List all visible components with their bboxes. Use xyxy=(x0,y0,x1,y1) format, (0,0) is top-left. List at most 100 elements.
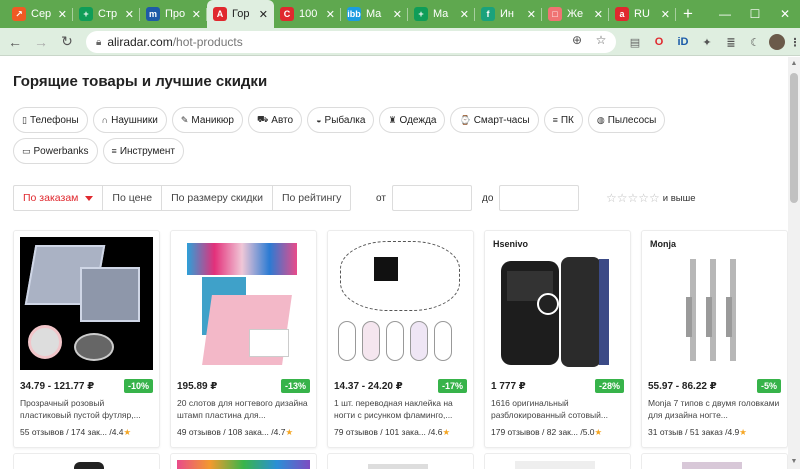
address-path: /hot-products xyxy=(172,35,243,49)
product-image[interactable]: Hsenivo xyxy=(491,237,624,370)
tab-close-icon[interactable]: ✕ xyxy=(527,8,536,21)
tab-title: Ин xyxy=(500,8,514,20)
product-card[interactable] xyxy=(170,453,317,469)
product-card[interactable]: Hsenivo 1 777 ₽ -28% 1616 оригинальный разб… xyxy=(484,230,631,448)
tab-close-icon[interactable]: ✕ xyxy=(594,8,603,21)
tab-1[interactable]: + Стр ✕ xyxy=(73,0,140,28)
product-card[interactable]: 14.37 - 24.20 ₽ -17% 1 шт. переводная накл… xyxy=(327,230,474,448)
product-meta: 49 отзывов / 108 зака... /4.7★ xyxy=(177,427,293,438)
product-card[interactable]: 195.89 ₽ -13% 20 слотов для ногтевого диза… xyxy=(170,230,317,448)
star-icon: ★ xyxy=(285,427,294,437)
discount-badge: -5% xyxy=(756,379,781,393)
maximize-button[interactable]: ☐ xyxy=(740,0,770,28)
product-image[interactable] xyxy=(20,237,153,370)
tab-title: Ma xyxy=(366,8,382,20)
sort-option[interactable]: По размеру скидки xyxy=(161,186,272,210)
product-image[interactable] xyxy=(334,237,467,370)
price-to-input[interactable] xyxy=(499,185,580,211)
category-chip[interactable]: ▭ Powerbanks xyxy=(13,138,98,164)
product-description[interactable]: Monja 7 типов с двумя головками для диза… xyxy=(648,397,783,421)
tab-7[interactable]: f Ин ✕ xyxy=(475,0,542,28)
back-button[interactable]: ← xyxy=(4,31,26,53)
category-chip[interactable]: ▯ Телефоны xyxy=(13,107,88,133)
tab-close-icon[interactable]: ✕ xyxy=(259,8,268,21)
tab-close-icon[interactable]: ✕ xyxy=(125,8,134,21)
tab-0[interactable]: ↗ Сер ✕ xyxy=(6,0,73,28)
reload-button[interactable]: ↻ xyxy=(56,31,78,53)
category-icon: ▯ xyxy=(22,114,27,125)
moon-icon[interactable]: ☾ xyxy=(746,33,764,51)
tab-title: Стр xyxy=(98,8,118,20)
address-bar[interactable]: 🔒︎ aliradar.com/hot-products xyxy=(86,31,616,53)
category-chips: ▯ Телефоны ∩ Наушники ✎ Маникюр ⛟ Авто ◒ Рыбалка ♜… xyxy=(13,107,713,164)
product-description[interactable]: Прозрачный розовый пластиковый пустой фу… xyxy=(20,397,155,421)
discount-badge: -13% xyxy=(280,379,310,393)
minimize-button[interactable]: — xyxy=(710,0,740,28)
id-extension-icon[interactable]: iD xyxy=(674,33,692,51)
sort-option-selected[interactable]: По заказам xyxy=(14,186,102,210)
product-card[interactable] xyxy=(13,453,160,469)
scrollbar-thumb[interactable] xyxy=(790,73,798,203)
tab-6[interactable]: + Ma ✕ xyxy=(408,0,475,28)
category-chip[interactable]: ♜ Одежда xyxy=(379,107,446,133)
menu-icon[interactable]: ⋮ xyxy=(786,33,800,51)
extension-icon[interactable]: ▤ xyxy=(626,33,644,51)
category-chip[interactable]: ◒ Рыбалка xyxy=(307,107,375,133)
zoom-icon[interactable]: ⊕ xyxy=(568,31,586,49)
product-reviews: 49 отзывов / 108 зака... xyxy=(177,427,269,437)
tab-8[interactable]: □ Же ✕ xyxy=(542,0,609,28)
star-icon: ★ xyxy=(123,427,132,437)
opera-extension-icon[interactable]: O xyxy=(650,33,668,51)
tab-close-icon[interactable]: ✕ xyxy=(326,8,335,21)
page-scrollbar[interactable]: ▲ ▼ xyxy=(788,57,800,469)
product-description[interactable]: 1616 оригинальный разблокированный сотов… xyxy=(491,397,626,421)
rating-stars[interactable]: ☆☆☆☆☆ xyxy=(606,191,660,205)
playlist-icon[interactable]: ≣ xyxy=(722,33,740,51)
tab-close-icon[interactable]: ✕ xyxy=(661,8,670,21)
product-price: 1 777 ₽ xyxy=(491,381,526,392)
close-window-button[interactable]: ✕ xyxy=(770,0,800,28)
price-from-input[interactable] xyxy=(391,185,472,211)
puzzle-extensions-icon[interactable]: ✦ xyxy=(698,33,716,51)
product-rating: /5.0 xyxy=(580,427,595,437)
category-chip[interactable]: ✎ Маникюр xyxy=(171,107,243,133)
category-icon: ∩ xyxy=(101,115,109,125)
category-chip[interactable]: ≡ Инструмент xyxy=(102,138,184,164)
product-image[interactable] xyxy=(177,237,310,370)
product-image[interactable]: Monja xyxy=(648,237,781,370)
category-chip[interactable]: ⛟ Авто xyxy=(247,107,303,133)
scroll-up-arrow[interactable]: ▲ xyxy=(790,60,798,68)
product-brand: Hsenivo xyxy=(493,239,529,249)
category-icon: ▭ xyxy=(22,145,31,156)
product-card[interactable] xyxy=(484,453,631,469)
category-icon: ≡ xyxy=(552,115,558,125)
category-chip[interactable]: ∩ Наушники xyxy=(92,107,167,133)
bookmark-star-icon[interactable]: ☆ xyxy=(592,31,610,49)
sort-option[interactable]: По цене xyxy=(102,186,161,210)
tab-close-icon[interactable]: ✕ xyxy=(192,8,201,21)
product-card[interactable] xyxy=(327,453,474,469)
tab-4[interactable]: C 100 ✕ xyxy=(274,0,341,28)
avatar[interactable] xyxy=(768,33,786,51)
tab-2[interactable]: m Про ✕ xyxy=(140,0,207,28)
tab-9[interactable]: a RU ✕ xyxy=(609,0,676,28)
tab-close-icon[interactable]: ✕ xyxy=(460,8,469,21)
product-description[interactable]: 1 шт. переводная наклейка на ногти с рис… xyxy=(334,397,469,421)
product-description[interactable]: 20 слотов для ногтевого дизайна штамп пл… xyxy=(177,397,312,421)
category-chip[interactable]: ⌚ Смарт-часы xyxy=(450,107,539,133)
category-chip[interactable]: ◍ Пылесосы xyxy=(587,107,666,133)
product-card[interactable]: Monja 55.97 - 86.22 ₽ -5% Monja 7 типов с д… xyxy=(641,230,788,448)
tab-3[interactable]: A Гор ✕ xyxy=(207,0,274,28)
product-card[interactable] xyxy=(641,453,788,469)
sort-option[interactable]: По рейтингу xyxy=(272,186,350,210)
tab-favicon: m xyxy=(146,7,160,21)
tab-close-icon[interactable]: ✕ xyxy=(393,8,402,21)
product-card[interactable]: 34.79 - 121.77 ₽ -10% Прозрачный розовый п… xyxy=(13,230,160,448)
tab-close-icon[interactable]: ✕ xyxy=(58,8,67,21)
new-tab-button[interactable]: + xyxy=(676,0,700,28)
category-chip[interactable]: ≡ ПК xyxy=(543,107,583,133)
forward-button[interactable]: → xyxy=(30,31,52,53)
rating-filter[interactable]: ☆☆☆☆☆ и выше xyxy=(606,191,696,205)
tab-5[interactable]: ibb Ma ✕ xyxy=(341,0,408,28)
scroll-down-arrow[interactable]: ▼ xyxy=(790,458,798,466)
